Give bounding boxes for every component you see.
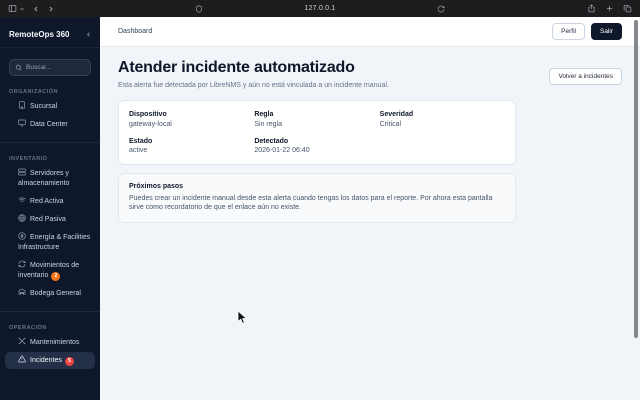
sidebar-divider xyxy=(0,311,100,312)
logout-button[interactable]: Salir xyxy=(590,23,622,40)
section-label-organizacion: ORGANIZACIÓN xyxy=(9,89,59,95)
sidebar-item-bodega[interactable]: Bodega General xyxy=(5,285,95,302)
server-icon xyxy=(18,168,26,176)
search-input[interactable] xyxy=(26,64,85,71)
nav-label: Energía & Facilities Infrastructure xyxy=(18,234,91,251)
field-label: Severidad xyxy=(379,111,414,118)
field-value: Sin regla xyxy=(254,120,282,128)
section-label-operacion: OPERACIÓN xyxy=(9,325,47,331)
reload-icon xyxy=(437,5,445,12)
topbar: Dashboard Perfil Salir xyxy=(100,17,640,47)
field-severidad: Severidad Critical xyxy=(380,111,505,128)
field-label: Estado xyxy=(129,137,153,145)
page-subtitle: Esta alerta fue detectada por LibreNMS y… xyxy=(118,82,389,89)
sidebar-item-movimientos[interactable]: Movimientos de inventario 2 xyxy=(5,257,95,284)
next-steps-body: Puedes crear un incidente manual desde e… xyxy=(129,194,493,212)
field-label: Detectado xyxy=(254,137,289,145)
sidebar-item-red-pasiva[interactable]: Red Pasiva xyxy=(5,211,95,228)
nav-label: Red Pasiva xyxy=(30,216,66,223)
nav-label: Sucursal xyxy=(30,103,58,110)
tabs-overview-icon xyxy=(623,5,632,13)
browser-new-tab-button[interactable] xyxy=(605,4,614,13)
next-steps-card: Próximos pasos Puedes crear un incidente… xyxy=(118,173,516,223)
sidebar-search xyxy=(9,59,91,76)
share-icon xyxy=(588,4,595,13)
search-icon xyxy=(15,64,22,71)
page-content: Atender incidente automatizado Esta aler… xyxy=(100,47,640,235)
alert-triangle-icon xyxy=(18,355,26,363)
zap-circle-icon xyxy=(18,232,26,240)
monitor-icon xyxy=(18,119,26,127)
refresh-icon xyxy=(18,260,26,268)
field-value: 2026-01-22 06:40 xyxy=(254,147,310,154)
building-icon xyxy=(19,101,25,109)
nav-label: Incidentes xyxy=(30,357,62,364)
browser-share-button[interactable] xyxy=(587,4,596,13)
profile-button[interactable]: Perfil xyxy=(552,23,585,40)
incidentes-badge: 5 xyxy=(64,357,74,366)
field-detectado: Detectado 2026-01-22 06:40 xyxy=(254,138,379,155)
shield-icon xyxy=(196,4,202,13)
plus-icon xyxy=(606,5,613,12)
scrollbar[interactable] xyxy=(634,20,638,338)
sidebar: RemoteOps 360 ORGANIZACIÓN Sucursal Data… xyxy=(0,17,100,400)
incident-details-card: Dispositivo gateway-local Regla Sin regl… xyxy=(118,100,516,165)
browser-sidebar-toggle-button[interactable] xyxy=(8,4,25,13)
back-to-incidents-button[interactable]: Volver a incidentes xyxy=(549,68,622,85)
main-area: Dashboard Perfil Salir Atender incidente… xyxy=(100,17,640,400)
next-steps-title: Próximos pasos xyxy=(129,183,184,190)
browser-tabs-button[interactable] xyxy=(623,4,632,13)
sidebar-item-data-center[interactable]: Data Center xyxy=(5,116,95,133)
chevron-left-icon xyxy=(87,32,90,37)
chevron-down-icon xyxy=(20,7,24,10)
sidebar-item-servidores[interactable]: Servidores y almacenamiento xyxy=(5,165,95,192)
nav-label: Mantenimientos xyxy=(30,339,80,346)
browser-chrome: 127.0.0.1 xyxy=(0,0,640,17)
app-title: RemoteOps 360 xyxy=(9,30,70,39)
panel-left-icon xyxy=(8,5,17,12)
globe-icon xyxy=(18,214,26,222)
field-dispositivo: Dispositivo gateway-local xyxy=(129,111,254,128)
sidebar-divider xyxy=(0,142,100,143)
warehouse-icon xyxy=(18,288,26,295)
field-regla: Regla Sin regla xyxy=(254,111,379,128)
movimientos-badge: 2 xyxy=(51,272,61,281)
nav-label: Movimientos de inventario xyxy=(18,262,80,279)
field-value: active xyxy=(129,147,148,154)
page-title: Atender incidente automatizado xyxy=(118,59,355,76)
browser-back-button[interactable] xyxy=(32,5,40,13)
chevron-left-icon xyxy=(34,6,38,11)
chevron-right-icon xyxy=(49,6,53,11)
nav-label: Red Activa xyxy=(30,198,64,205)
nav-label: Data Center xyxy=(30,121,68,128)
mouse-cursor xyxy=(237,310,248,324)
field-label: Regla xyxy=(254,111,274,118)
field-label: Dispositivo xyxy=(129,111,167,118)
sidebar-item-red-activa[interactable]: Red Activa xyxy=(5,193,95,210)
tools-icon xyxy=(18,337,26,345)
nav-label: Bodega General xyxy=(30,290,81,297)
sidebar-collapse-button[interactable] xyxy=(85,31,92,38)
field-value: gateway-local xyxy=(129,120,172,128)
browser-forward-button[interactable] xyxy=(47,5,55,13)
field-estado: Estado active xyxy=(129,138,254,155)
wifi-icon xyxy=(18,197,26,203)
field-value: Critical xyxy=(379,120,402,128)
breadcrumb[interactable]: Dashboard xyxy=(118,28,152,35)
address-bar[interactable]: 127.0.0.1 xyxy=(305,5,336,12)
browser-reload-button[interactable] xyxy=(437,5,445,13)
sidebar-item-sucursal[interactable]: Sucursal xyxy=(5,98,95,115)
sidebar-item-energia[interactable]: Energía & Facilities Infrastructure xyxy=(5,229,95,256)
sidebar-item-incidentes[interactable]: Incidentes 5 xyxy=(5,352,95,369)
sidebar-item-mantenimientos[interactable]: Mantenimientos xyxy=(5,334,95,351)
section-label-inventario: INVENTARIO xyxy=(9,156,48,162)
